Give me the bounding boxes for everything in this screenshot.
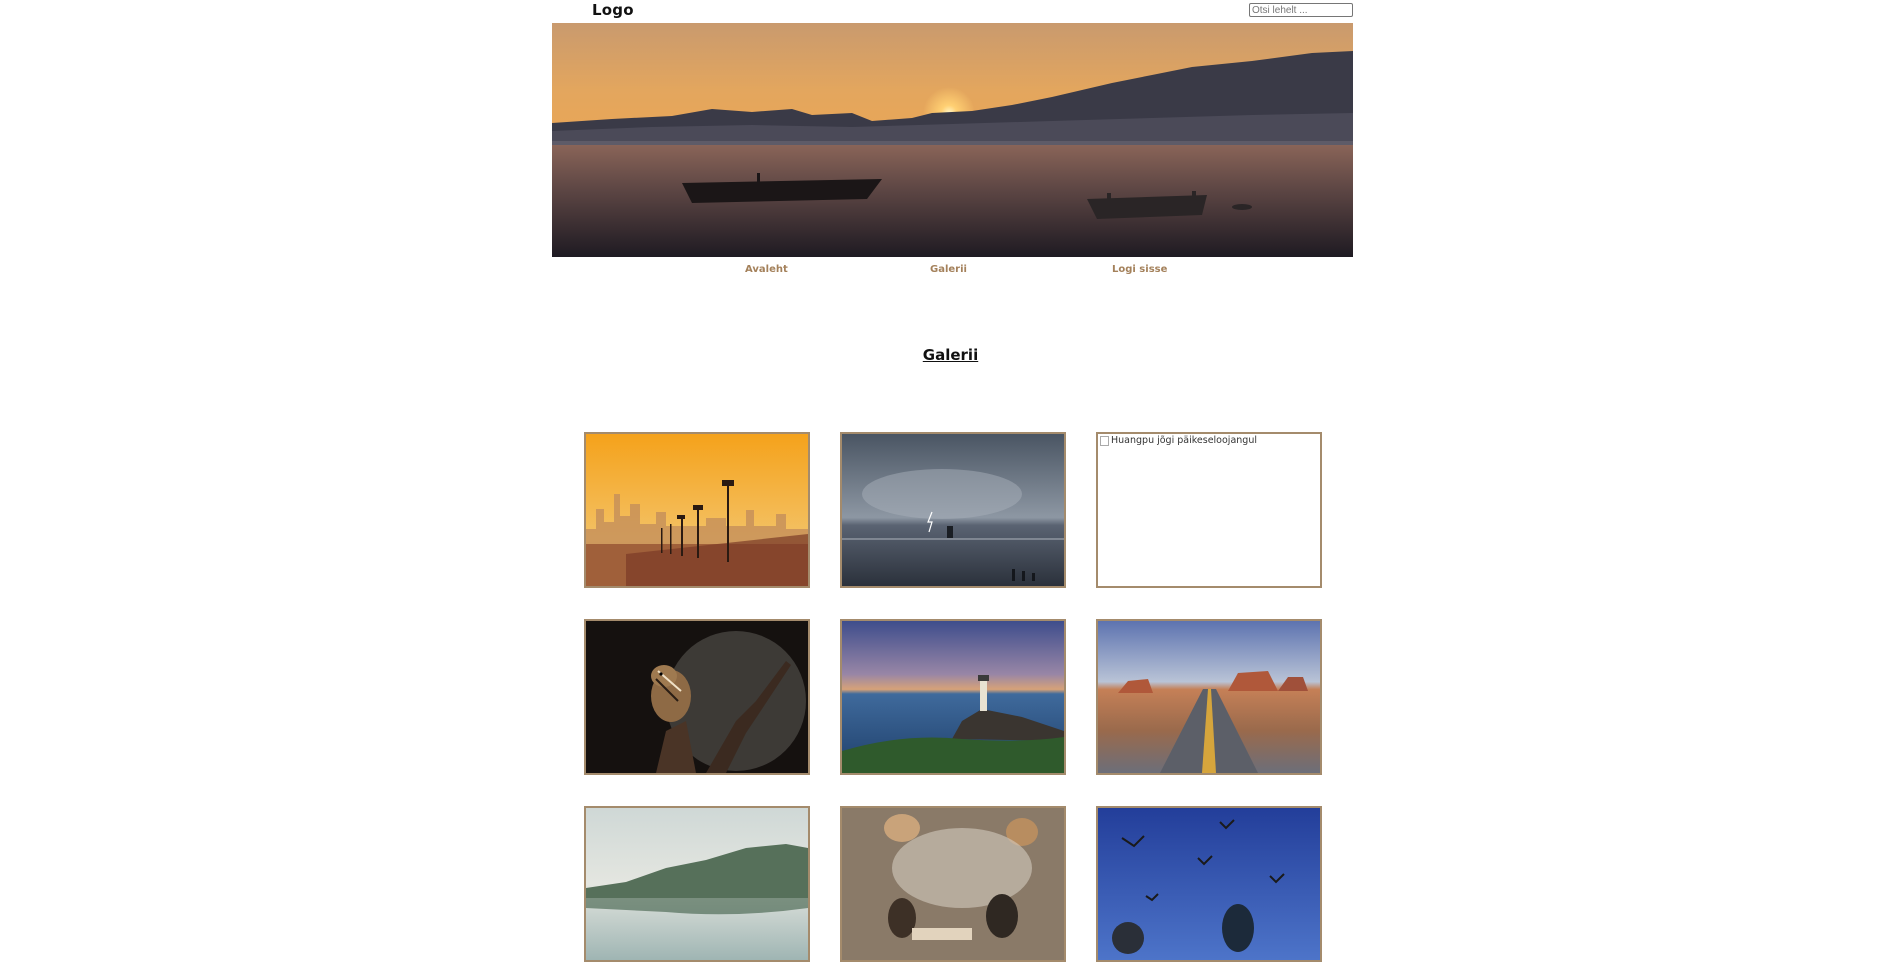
lighthouse-coast-photo	[842, 621, 1064, 773]
search-input[interactable]	[1249, 3, 1353, 17]
gallery-thumb-city-promenade[interactable]	[584, 432, 810, 588]
gallery-thumb-chipmunk[interactable]	[584, 619, 810, 775]
gallery-thumb-birds-sky[interactable]	[1096, 806, 1322, 962]
stormy-sea-lightning-photo	[842, 434, 1064, 586]
gallery-thumb-workshop[interactable]	[840, 806, 1066, 962]
nav-item-gallery[interactable]: Galerii	[930, 264, 967, 275]
chipmunk-branch-photo	[586, 621, 808, 773]
broken-image-placeholder: Huangpu jõgi päikeseloojangul	[1098, 434, 1320, 447]
broken-image-icon	[1100, 436, 1109, 446]
seagulls-blue-sky-photo	[1098, 808, 1320, 960]
mountain-lake-reflection-photo	[586, 808, 808, 960]
gallery-thumb-lighthouse[interactable]	[840, 619, 1066, 775]
broken-image-alt-text: Huangpu jõgi päikeseloojangul	[1111, 435, 1257, 446]
main-navigation: Avaleht Galerii Logi sisse	[552, 264, 1353, 284]
gallery-thumb-desert-road[interactable]	[1096, 619, 1322, 775]
gallery-thumb-broken-image[interactable]: Huangpu jõgi päikeseloojangul	[1096, 432, 1322, 588]
page-title: Galerii	[922, 346, 979, 364]
nav-item-login[interactable]: Logi sisse	[1112, 264, 1167, 275]
site-logo[interactable]: Logo	[592, 1, 634, 19]
desert-road-monument-valley-photo	[1098, 621, 1320, 773]
nav-item-home[interactable]: Avaleht	[745, 264, 788, 275]
hero-banner-image	[552, 23, 1353, 257]
city-promenade-sunset-photo	[586, 434, 808, 586]
craftsmen-workshop-photo	[842, 808, 1064, 960]
gallery-thumb-mountain-lake[interactable]	[584, 806, 810, 962]
gallery-thumb-stormy-sea[interactable]	[840, 432, 1066, 588]
top-bar: Logo	[552, 0, 1353, 23]
sunset-lake-boats-photo	[552, 23, 1353, 257]
